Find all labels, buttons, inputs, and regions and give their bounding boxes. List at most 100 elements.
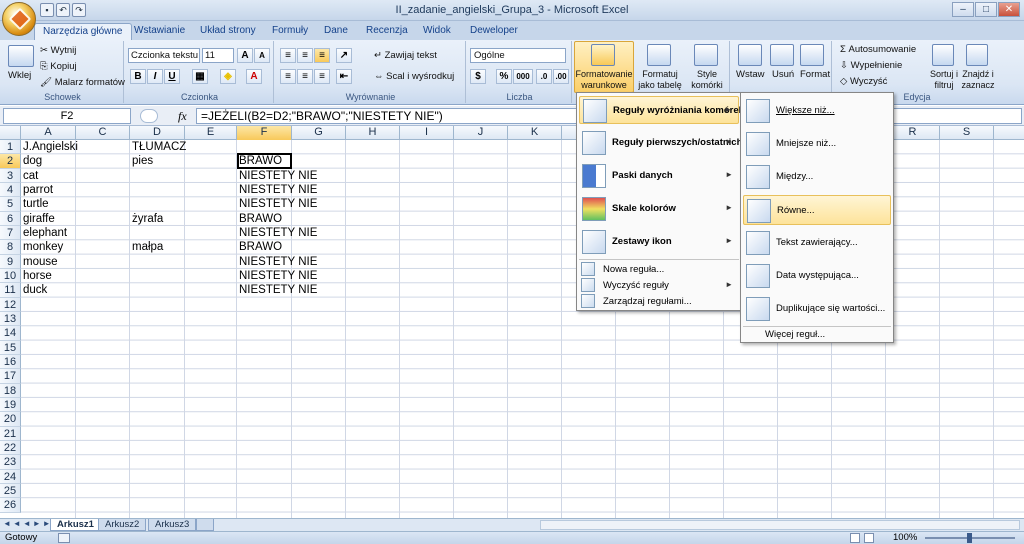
column-header[interactable]: G (292, 126, 346, 140)
decrease-decimal-icon[interactable]: .00 (553, 69, 569, 84)
column-header[interactable]: E (185, 126, 237, 140)
underline-button[interactable]: U (164, 69, 180, 84)
indent-icon[interactable]: ⇤ (336, 69, 352, 84)
insert-cells-icon[interactable] (738, 44, 762, 66)
row-header[interactable]: 24 (0, 469, 21, 484)
align-bottom-icon[interactable]: ≡ (314, 48, 330, 63)
binoculars-icon[interactable] (966, 44, 988, 66)
paste-button[interactable]: Wklej (8, 70, 31, 81)
cell-d2[interactable]: pies (130, 154, 153, 168)
bold-button[interactable]: B (130, 69, 146, 84)
cell-a7[interactable]: elephant (21, 226, 67, 240)
align-left-icon[interactable]: ≡ (280, 69, 296, 84)
sheet-tab[interactable]: Arkusz2 (98, 519, 147, 531)
menu-item-duplicate-values[interactable]: Duplikujące się wartości... (743, 294, 891, 324)
menu-item-top-bottom-rules[interactable]: Reguły pierwszych/ostatnich ► (579, 129, 742, 157)
shrink-font-button[interactable]: A (254, 48, 270, 63)
cell-d8[interactable]: małpa (130, 240, 163, 254)
row-header[interactable]: 23 (0, 455, 21, 470)
delete-button[interactable]: Usuń (772, 69, 794, 80)
tab-review[interactable]: Recenzja (358, 23, 416, 41)
row-header[interactable]: 19 (0, 397, 21, 413)
menu-item-date-occurring[interactable]: Data występująca... (743, 261, 891, 291)
row-header[interactable]: 13 (0, 311, 21, 327)
row-header[interactable]: 2 (0, 154, 21, 169)
insert-function-button[interactable]: fx (178, 109, 187, 124)
cell-styles-button[interactable]: Style komórki (686, 69, 728, 91)
delete-cells-icon[interactable] (770, 44, 794, 66)
currency-icon[interactable]: $ (470, 69, 486, 84)
menu-item-data-bars[interactable]: Paski danych ► (579, 162, 739, 190)
wrap-text-button[interactable]: ↵ Zawijaj tekst (374, 50, 437, 61)
column-header[interactable]: F (237, 126, 292, 140)
row-header[interactable]: 15 (0, 340, 21, 355)
formula-cancel-icon[interactable] (140, 109, 158, 123)
cell-f9[interactable]: NIESTETY NIE (237, 255, 317, 269)
tab-view[interactable]: Widok (415, 23, 459, 41)
align-middle-icon[interactable]: ≡ (297, 48, 313, 63)
number-format-select[interactable]: Ogólne (470, 48, 566, 63)
row-header[interactable]: 16 (0, 354, 21, 370)
row-header[interactable]: 26 (0, 498, 21, 513)
font-color-icon[interactable]: A (246, 69, 262, 84)
autosum-button[interactable]: Σ Autosumowanie (840, 44, 916, 55)
cell-a11[interactable]: duck (21, 283, 47, 297)
copy-button[interactable]: ⎘ Kopiuj (40, 61, 77, 72)
merge-center-button[interactable]: ⇔ Scal i wyśrodkuj (374, 71, 454, 82)
tab-page-layout[interactable]: Układ strony (192, 23, 264, 41)
column-header[interactable]: D (130, 126, 185, 140)
column-header[interactable]: C (76, 126, 130, 140)
menu-item-between[interactable]: Między... (743, 162, 891, 192)
row-header[interactable]: 10 (0, 268, 21, 284)
format-button[interactable]: Format (800, 69, 830, 80)
row-header[interactable]: 17 (0, 369, 21, 384)
page-layout-view-icon[interactable] (864, 533, 874, 543)
cell-a9[interactable]: mouse (21, 255, 58, 269)
sheet-tab[interactable]: Arkusz1 (50, 519, 101, 531)
row-header[interactable]: 4 (0, 182, 21, 198)
office-button[interactable] (2, 2, 36, 36)
cell-f4[interactable]: NIESTETY NIE (237, 183, 317, 197)
tab-developer[interactable]: Deweloper (462, 23, 526, 41)
insert-sheet-icon[interactable] (196, 519, 214, 531)
column-header[interactable]: S (940, 126, 994, 140)
row-header[interactable]: 7 (0, 225, 21, 241)
fill-color-icon[interactable]: ◈ (220, 69, 236, 84)
cell-a8[interactable]: monkey (21, 240, 63, 254)
clear-button[interactable]: ◇ Wyczyść (840, 76, 887, 87)
cell-a1[interactable]: J.Angielski (21, 140, 78, 154)
percent-button[interactable]: % (496, 69, 512, 84)
name-box[interactable]: F2 (3, 108, 131, 124)
row-header[interactable]: 1 (0, 140, 21, 155)
normal-view-icon[interactable] (850, 533, 860, 543)
menu-item-new-rule[interactable]: Nowa reguła... (579, 262, 739, 277)
row-header[interactable]: 21 (0, 426, 21, 441)
close-button[interactable]: ✕ (998, 2, 1020, 17)
find-select-button[interactable]: Znajdź i zaznacz (960, 69, 996, 91)
row-header[interactable]: 22 (0, 440, 21, 456)
sheet-tab[interactable]: Arkusz3 (148, 519, 197, 531)
format-as-table-icon[interactable] (647, 44, 671, 66)
menu-item-greater-than[interactable]: Większe niż... (743, 96, 891, 126)
menu-item-more-rules[interactable]: Więcej reguł... (765, 329, 885, 342)
menu-item-less-than[interactable]: Mniejsze niż... (743, 129, 891, 159)
cell-a3[interactable]: cat (21, 169, 38, 183)
active-cell[interactable] (237, 153, 292, 169)
cell-f7[interactable]: NIESTETY NIE (237, 226, 317, 240)
menu-item-highlight-rules[interactable]: Reguły wyróżniania komórek ► (579, 96, 744, 124)
row-header[interactable]: 14 (0, 326, 21, 341)
insert-button[interactable]: Wstaw (736, 69, 765, 80)
cell-f8[interactable]: BRAWO (237, 240, 282, 254)
menu-item-icon-sets[interactable]: Zestawy ikon ► (579, 228, 739, 256)
borders-icon[interactable]: ▦ (192, 69, 208, 84)
align-top-icon[interactable]: ≡ (280, 48, 296, 63)
sheet-nav-icon[interactable]: ◄◄◄►► (3, 519, 53, 528)
menu-item-color-scales[interactable]: Skale kolorów ► (579, 195, 739, 223)
align-center-icon[interactable]: ≡ (297, 69, 313, 84)
menu-item-text-contains[interactable]: Tekst zawierający... (743, 228, 891, 258)
cell-f5[interactable]: NIESTETY NIE (237, 197, 317, 211)
cell-f6[interactable]: BRAWO (237, 212, 282, 226)
sort-filter-icon[interactable] (932, 44, 954, 66)
format-as-table-button[interactable]: Formatuj jako tabelę (636, 69, 684, 91)
column-header[interactable]: R (886, 126, 940, 140)
